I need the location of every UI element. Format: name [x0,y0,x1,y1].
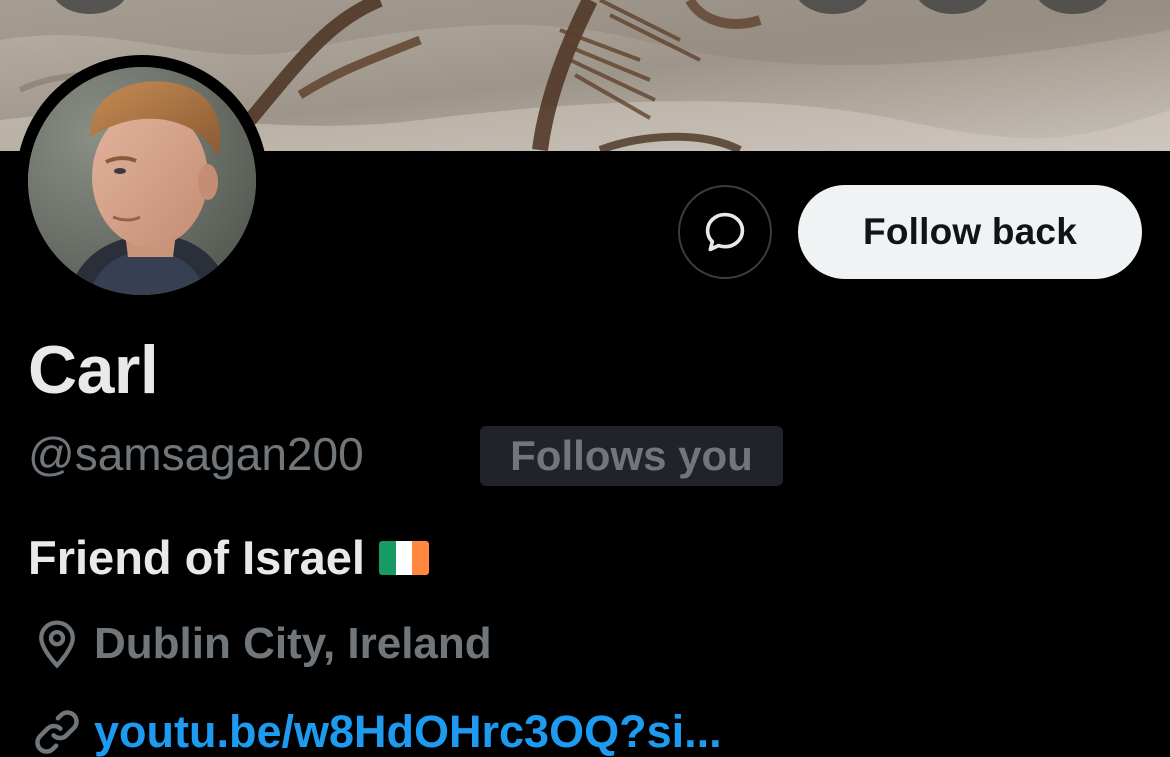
avatar[interactable] [28,67,256,295]
username-handle: @samsagan200 [28,428,364,480]
profile-bio: Friend of Israel [28,530,429,586]
location-text: Dublin City, Ireland [94,619,492,668]
website-link[interactable]: youtu.be/w8HdOHrc3OQ?si... [94,704,722,757]
link-icon [35,710,79,754]
bio-text: Friend of Israel [28,531,365,584]
profile-location: Dublin City, Ireland [30,616,492,672]
irish-flag-icon [378,541,429,575]
avatar-image [28,67,256,295]
follows-you-badge: Follows you [480,426,783,486]
display-name: Carl [28,332,159,408]
message-button[interactable] [678,185,772,279]
message-bubble-icon [705,212,745,252]
location-pin-icon [39,620,75,669]
profile-page: Follow back Carl @samsagan200 Follows yo… [0,0,1170,757]
profile-website: youtu.be/w8HdOHrc3OQ?si... [30,704,722,757]
follow-back-button[interactable]: Follow back [798,185,1142,279]
